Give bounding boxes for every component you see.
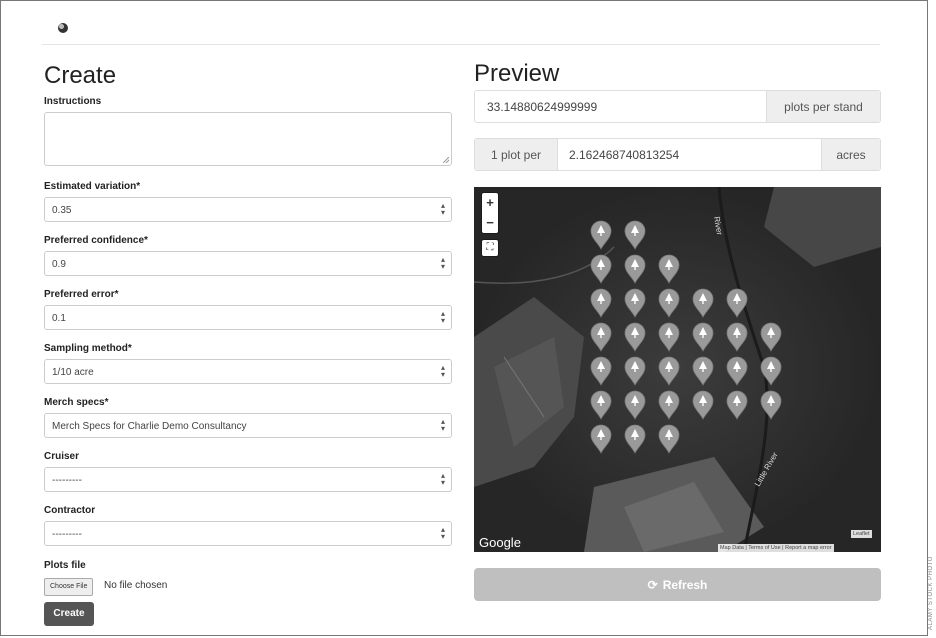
refresh-icon: ⟳ xyxy=(647,577,658,592)
select-arrows-icon: ▴ ▾ xyxy=(440,363,445,379)
choose-file-button[interactable]: Choose File xyxy=(44,578,94,596)
merch-specs-label: Merch specs* xyxy=(44,397,109,408)
file-status-text: No file chosen xyxy=(104,580,168,591)
plots-unit-addon: plots per stand xyxy=(766,91,880,122)
zoom-control: + − xyxy=(482,193,498,233)
cruiser-label: Cruiser xyxy=(44,451,80,462)
contractor-select[interactable]: --------- ▴ ▾ xyxy=(44,521,452,546)
sampling-method-select[interactable]: 1/10 acre ▴ ▾ xyxy=(44,359,452,384)
plots-per-stand-group: 33.14880624999999 plots per stand xyxy=(474,90,881,123)
merch-specs-select[interactable]: Merch Specs for Charlie Demo Consultancy… xyxy=(44,413,452,438)
acres-per-plot-group: 1 plot per 2.162468740813254 acres xyxy=(474,138,881,171)
preferred-error-label: Preferred error* xyxy=(44,289,119,300)
select-arrows-icon: ▴ ▾ xyxy=(440,525,445,541)
satellite-map[interactable]: River Little River xyxy=(474,187,881,552)
sampling-method-label: Sampling method* xyxy=(44,343,132,354)
preferred-error-input[interactable]: 0.1 ▴ ▾ xyxy=(44,305,452,330)
refresh-label: Refresh xyxy=(662,577,708,592)
stepper-arrows-icon[interactable]: ▴ ▾ xyxy=(441,256,445,271)
create-button[interactable]: Create xyxy=(44,602,94,626)
fullscreen-icon[interactable]: ⛶ xyxy=(482,240,498,256)
top-navbar xyxy=(42,14,880,45)
refresh-button[interactable]: ⟳ Refresh xyxy=(474,568,881,601)
stepper-arrows-icon[interactable]: ▴ ▾ xyxy=(441,202,445,217)
map-imagery: River Little River xyxy=(474,187,881,552)
map-attribution[interactable]: Map Data | Terms of Use | Report a map e… xyxy=(718,544,834,553)
globe-icon[interactable] xyxy=(58,23,68,33)
contractor-label: Contractor xyxy=(44,505,96,516)
stepper-arrows-icon[interactable]: ▴ ▾ xyxy=(441,310,445,325)
acres-unit-addon: acres xyxy=(821,139,880,170)
plots-file-label: Plots file xyxy=(44,560,86,571)
estimated-variation-input[interactable]: 0.35 ▴ ▾ xyxy=(44,197,452,222)
preferred-confidence-label: Preferred confidence* xyxy=(44,235,148,246)
zoom-out-button[interactable]: − xyxy=(482,213,498,233)
side-caption: ALAMY STOCK PHOTO xyxy=(928,556,934,630)
select-arrows-icon: ▴ ▾ xyxy=(440,417,445,433)
zoom-in-button[interactable]: + xyxy=(482,193,498,213)
plot-per-addon: 1 plot per xyxy=(475,139,558,170)
estimated-variation-label: Estimated variation* xyxy=(44,181,141,192)
google-logo: Google xyxy=(479,535,521,550)
preferred-confidence-input[interactable]: 0.9 ▴ ▾ xyxy=(44,251,452,276)
page-title: Create xyxy=(44,62,117,89)
select-arrows-icon: ▴ ▾ xyxy=(440,471,445,487)
acres-per-plot-input[interactable]: 2.162468740813254 xyxy=(569,139,822,170)
plots-per-stand-input[interactable]: 33.14880624999999 xyxy=(487,91,767,122)
leaflet-attribution[interactable]: Leaflet xyxy=(851,530,872,538)
instructions-textarea[interactable] xyxy=(44,112,452,166)
instructions-label: Instructions xyxy=(44,96,102,107)
preview-title: Preview xyxy=(474,60,560,87)
cruiser-select[interactable]: --------- ▴ ▾ xyxy=(44,467,452,492)
resize-handle-icon[interactable] xyxy=(443,157,449,163)
